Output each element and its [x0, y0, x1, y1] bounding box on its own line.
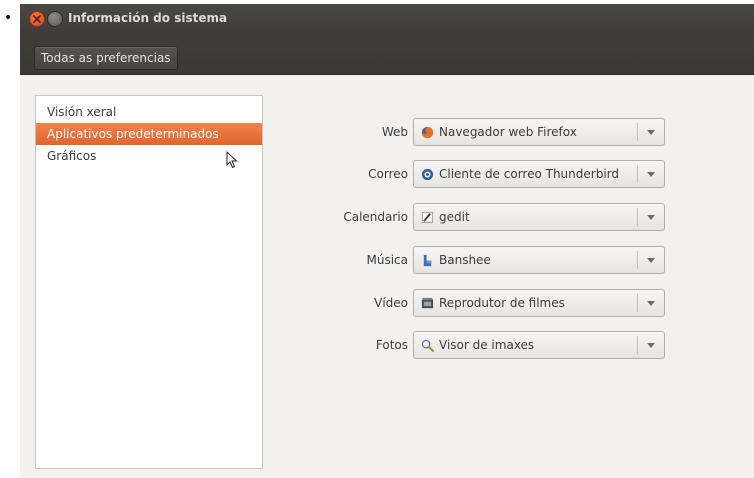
default-music-row: Música Banshee — [290, 246, 670, 276]
mouse-pointer-icon — [226, 151, 238, 169]
mail-select[interactable]: Cliente de correo Thunderbird — [413, 160, 665, 188]
thunderbird-icon — [421, 168, 434, 181]
system-info-window: Información do sistema Todas as preferen… — [20, 4, 754, 478]
mail-label: Correo — [368, 167, 408, 181]
combo-separator — [637, 251, 638, 269]
music-select-value: Banshee — [439, 253, 491, 267]
image-viewer-icon — [421, 339, 434, 352]
title-bar: Información do sistema — [20, 4, 754, 36]
combo-separator — [637, 336, 638, 354]
toolbar: Todas as preferencias — [20, 36, 754, 75]
combo-separator — [637, 123, 638, 141]
chevron-down-icon — [647, 343, 655, 348]
default-web-row: Web Navegador web Firefox — [290, 118, 670, 148]
photos-label: Fotos — [375, 338, 408, 352]
default-photos-row: Fotos Visor de imaxes — [290, 331, 670, 361]
window-title: Información do sistema — [68, 11, 228, 25]
chevron-down-icon — [647, 215, 655, 220]
calendar-select-value: gedit — [439, 210, 470, 224]
music-select[interactable]: Banshee — [413, 246, 665, 274]
sidebar-item-overview[interactable]: Visión xeral — [36, 101, 262, 123]
close-icon — [33, 15, 41, 23]
movie-player-icon — [421, 297, 434, 309]
chevron-down-icon — [647, 172, 655, 177]
minimize-button[interactable] — [47, 11, 63, 27]
music-label: Música — [366, 253, 409, 267]
list-bullet: • — [4, 10, 13, 26]
chevron-down-icon — [647, 301, 655, 306]
calendar-label: Calendario — [343, 210, 408, 224]
sidebar-item-default-apps[interactable]: Aplicativos predeterminados — [36, 123, 262, 145]
combo-separator — [637, 208, 638, 226]
video-label: Vídeo — [374, 296, 408, 310]
banshee-icon — [423, 254, 432, 267]
video-select-value: Reprodutor de filmes — [439, 296, 565, 310]
photos-select[interactable]: Visor de imaxes — [413, 331, 665, 359]
web-select-value: Navegador web Firefox — [439, 125, 577, 139]
default-mail-row: Correo Cliente de correo Thunderbird — [290, 160, 670, 190]
combo-separator — [637, 294, 638, 312]
gedit-icon — [421, 211, 434, 224]
default-video-row: Vídeo Reprodutor de filmes — [290, 289, 670, 319]
chevron-down-icon — [647, 130, 655, 135]
photos-select-value: Visor de imaxes — [439, 338, 535, 352]
default-calendar-row: Calendario gedit — [290, 203, 670, 233]
web-select[interactable]: Navegador web Firefox — [413, 118, 665, 146]
chevron-down-icon — [647, 258, 655, 263]
all-settings-button[interactable]: Todas as preferencias — [34, 46, 178, 70]
firefox-icon — [421, 126, 434, 139]
web-label: Web — [381, 125, 408, 139]
close-button[interactable] — [29, 11, 45, 27]
video-select[interactable]: Reprodutor de filmes — [413, 289, 665, 317]
combo-separator — [637, 165, 638, 183]
calendar-select[interactable]: gedit — [413, 203, 665, 231]
mail-select-value: Cliente de correo Thunderbird — [439, 167, 619, 181]
